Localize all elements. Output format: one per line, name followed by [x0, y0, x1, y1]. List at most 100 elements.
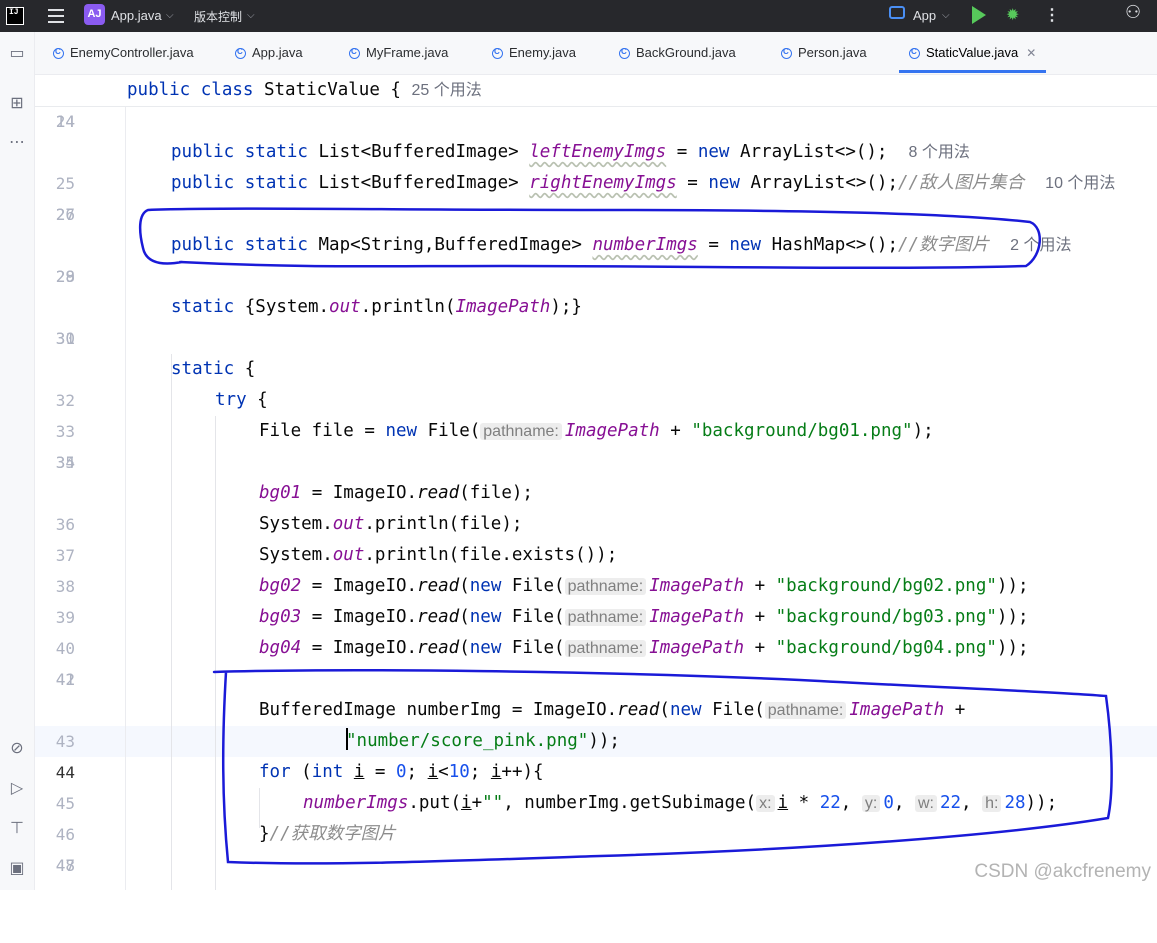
code-number: 28	[1004, 793, 1026, 813]
parameter-hint: pathname:	[564, 640, 647, 657]
code-text: }	[259, 824, 270, 844]
code-text: , numberImg.getSubimage(	[503, 793, 757, 813]
code-text: );	[912, 421, 934, 441]
tab-myframe[interactable]: MyFrame.java	[349, 32, 448, 74]
code-string: "background/bg01.png"	[691, 421, 913, 441]
code-editor[interactable]: 14 public class StaticValue { 25 个用法 24 …	[35, 75, 1157, 890]
add-user-icon[interactable]: ⚇	[1125, 2, 1141, 23]
usage-hint[interactable]: 2 个用法	[1010, 237, 1071, 254]
run-icon[interactable]: ▷	[7, 778, 27, 798]
folder-icon[interactable]: ▭	[7, 43, 27, 63]
parameter-hint: y:	[861, 795, 881, 812]
code-line[interactable]: 33 try {	[35, 385, 1157, 441]
more-icon[interactable]: ⋯	[7, 132, 27, 152]
usage-hint[interactable]: 8 个用法	[909, 144, 970, 161]
run-config-selector[interactable]: App	[913, 8, 936, 23]
structure-icon[interactable]: ⊞	[7, 93, 27, 113]
code-keyword: new	[669, 700, 702, 720]
code-text: +	[944, 700, 966, 720]
build-icon[interactable]: ⊤	[7, 818, 27, 838]
parameter-hint: pathname:	[564, 578, 647, 595]
chevron-down-icon[interactable]: ⌵	[942, 10, 950, 21]
close-icon[interactable]: ✕	[1026, 46, 1036, 60]
code-number: 0	[396, 762, 407, 782]
code-keyword: new	[697, 142, 730, 162]
run-icon[interactable]	[972, 6, 986, 24]
more-icon[interactable]: ⋮	[1044, 5, 1060, 25]
code-text: +	[744, 576, 776, 596]
code-line[interactable]: 26 public static List<BufferedImage> rig…	[35, 168, 1157, 224]
tab-background[interactable]: BackGround.java	[619, 32, 736, 74]
code-variable: i	[427, 762, 439, 782]
code-line[interactable]: 46 numberImgs.put(i+"", numberImg.getSub…	[35, 788, 1157, 844]
code-line[interactable]: 36 bg01 = ImageIO.read(file);	[35, 478, 1157, 534]
code-string: ""	[482, 793, 504, 813]
class-icon	[349, 45, 360, 59]
usage-hint[interactable]: 10 个用法	[1045, 175, 1115, 192]
debug-icon[interactable]: ✹	[1006, 5, 1019, 25]
tab-enemy[interactable]: Enemy.java	[492, 32, 576, 74]
chevron-down-icon[interactable]: ⌵	[166, 10, 174, 21]
line-number: 14	[55, 112, 75, 131]
line-number: 35	[55, 453, 75, 472]
code-variable: i	[353, 762, 365, 782]
code-text: ,	[840, 793, 862, 813]
run-config-icon	[889, 6, 905, 19]
code-text: ArrayList<>();	[729, 142, 888, 162]
project-badge[interactable]: AJ	[84, 4, 105, 25]
code-line[interactable]: 38 System.out.println(file.exists());	[35, 540, 1157, 596]
chevron-down-icon[interactable]: ⌵	[247, 10, 255, 21]
code-keyword: new	[729, 235, 762, 255]
code-text: (	[459, 607, 470, 627]
code-line[interactable]: 32 static {	[35, 354, 1157, 410]
code-keyword: static	[171, 359, 235, 379]
code-keyword: new	[469, 638, 502, 658]
code-line[interactable]: 34 File file = new File(pathname: ImagePa…	[35, 416, 1157, 472]
code-line[interactable]: 47 }//获取数字图片	[35, 819, 1157, 875]
line-number: 31	[55, 329, 75, 348]
code-line[interactable]: 37 System.out.println(file);	[35, 509, 1157, 565]
code-text: System.	[259, 514, 333, 534]
vcs-menu[interactable]: 版本控制	[194, 8, 242, 25]
code-text: = ImageIO.	[301, 607, 418, 627]
code-text: {System.	[234, 297, 330, 317]
tab-staticvalue[interactable]: StaticValue.java✕	[898, 32, 1047, 74]
tab-app[interactable]: App.java	[235, 32, 303, 74]
code-text: StaticValue {	[253, 80, 401, 100]
code-line[interactable]: 39 bg02 = ImageIO.read(new File(pathname…	[35, 571, 1157, 627]
usage-hint[interactable]: 25 个用法	[412, 82, 482, 99]
code-keyword: new	[385, 421, 418, 441]
code-text: (	[290, 762, 312, 782]
line-number: 27	[55, 205, 75, 224]
tab-enemycontroller[interactable]: EnemyController.java	[53, 32, 194, 74]
code-keyword: public static	[171, 173, 308, 193]
code-line[interactable]: 30 static {System.out.println(ImagePath)…	[35, 292, 1157, 348]
code-number: 22	[939, 793, 962, 813]
parameter-hint: pathname:	[764, 702, 847, 719]
code-method: read	[417, 576, 460, 596]
code-line[interactable]: 25 public static List<BufferedImage> lef…	[35, 137, 1157, 193]
project-name[interactable]: App.java	[111, 8, 162, 23]
editor-tabs: EnemyController.java App.java MyFrame.ja…	[35, 32, 1157, 75]
hamburger-icon[interactable]	[48, 9, 64, 23]
code-keyword: public class	[127, 80, 254, 100]
code-method: read	[617, 700, 660, 720]
code-text: HashMap<>();	[761, 235, 898, 255]
tab-person[interactable]: Person.java	[781, 32, 867, 74]
code-keyword: public static	[171, 235, 308, 255]
code-field: bg03	[259, 607, 302, 627]
sticky-line[interactable]: 14 public class StaticValue { 25 个用法	[35, 75, 1157, 131]
code-line[interactable]: 44 "number/score_pink.png"));	[35, 726, 1157, 782]
code-method: read	[417, 638, 460, 658]
code-text: File(	[501, 607, 565, 627]
code-line[interactable]: 45 for (int i = 0; i<10; i++){	[35, 757, 1157, 813]
code-line[interactable]: 28 public static Map<String,BufferedImag…	[35, 230, 1157, 286]
code-string: "background/bg02.png"	[775, 576, 997, 596]
code-line[interactable]: 41 bg04 = ImageIO.read(new File(pathname…	[35, 633, 1157, 689]
parameter-hint: x:	[756, 795, 775, 812]
terminal-icon[interactable]: ▣	[7, 858, 27, 878]
code-line[interactable]: 40 bg03 = ImageIO.read(new File(pathname…	[35, 602, 1157, 658]
code-line[interactable]: 43 BufferedImage numberImg = ImageIO.rea…	[35, 695, 1157, 751]
services-icon[interactable]: ⊘	[7, 738, 27, 758]
